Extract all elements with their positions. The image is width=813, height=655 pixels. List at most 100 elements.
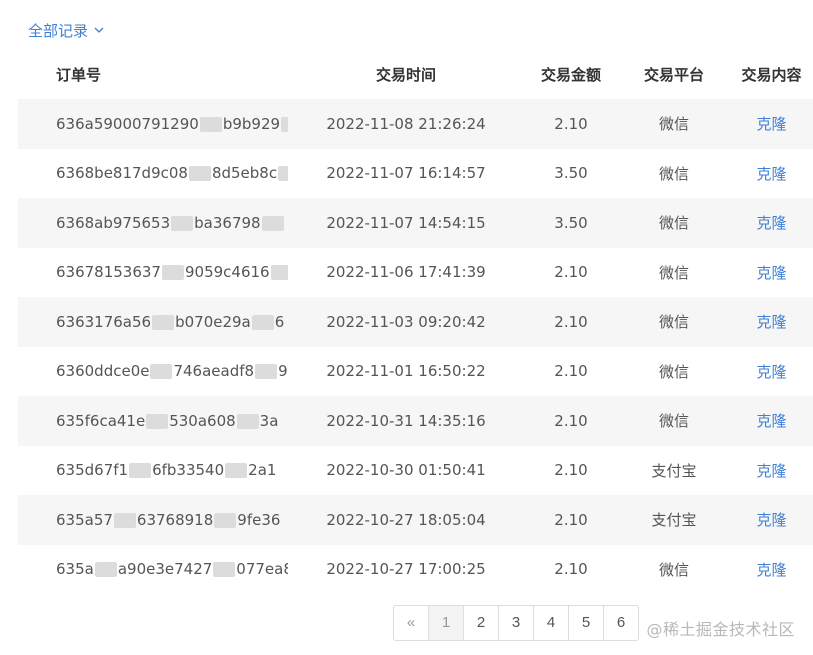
order-id-segment: 63678153637	[56, 263, 161, 282]
table-row: 635a57 63768918 9fe36 2022-10-27 18:05:04 2.…	[18, 495, 813, 545]
order-id-segment: 636a59000791290	[56, 114, 199, 133]
time-cell: 2022-11-06 17:41:39	[326, 263, 486, 282]
table-row: 636a59000791290 b9b929 2022-11-08 21:26:24…	[18, 99, 813, 149]
clone-link[interactable]: 克隆	[756, 214, 786, 232]
order-id-segment: 635d67f1	[56, 461, 129, 480]
time-cell: 2022-10-27 18:05:04	[288, 495, 524, 545]
redaction-blur	[225, 463, 248, 479]
platform-cell: 微信	[618, 99, 730, 149]
redaction-blur	[213, 562, 236, 578]
redaction-blur	[129, 463, 152, 479]
clone-link[interactable]: 克隆	[756, 313, 786, 331]
order-id-segment: 635f6ca41e	[56, 411, 146, 430]
order-id-segment: 530a608	[169, 411, 236, 430]
order-id-segment: ba36798	[194, 213, 261, 232]
amount-cell: 2.10	[554, 461, 588, 480]
page-button-4[interactable]: 4	[534, 606, 569, 640]
redaction-blur	[251, 314, 274, 330]
header-content: 交易内容	[741, 65, 802, 84]
redaction-blur	[146, 413, 169, 429]
clone-link[interactable]: 克隆	[756, 115, 786, 133]
content-cell: 克隆	[730, 248, 813, 298]
content-cell: 克隆	[730, 149, 813, 199]
prev-page-button[interactable]: «	[394, 606, 429, 640]
redaction-blur	[150, 364, 173, 380]
order-id-segment: 6368be817d9c08	[56, 164, 188, 183]
table-row: 635f6ca41e 530a608 3a 2022-10-31 14:35:16 2.…	[18, 396, 813, 446]
order-id-segment: 6363176a56	[56, 312, 152, 331]
order-id-segment: 077ea8	[236, 560, 288, 579]
amount-cell: 3.50	[524, 198, 618, 248]
amount-cell: 2.10	[554, 362, 588, 381]
redaction-blur	[270, 265, 288, 281]
redaction-blur	[161, 265, 184, 281]
table-row: 6360ddce0e 746aeadf8 9 2022-11-01 16:50:22 2…	[18, 347, 813, 397]
redaction-blur	[171, 215, 194, 231]
platform-cell: 微信	[618, 198, 730, 248]
table-row: 635d67f1 6fb33540 2a1 2022-10-30 01:50:41 2.…	[18, 446, 813, 496]
header-amount: 交易金额	[540, 65, 601, 84]
filter-dropdown[interactable]: 全部记录	[28, 20, 104, 41]
time-cell: 2022-10-27 17:00:25	[326, 560, 486, 579]
chevron-down-icon	[94, 27, 104, 34]
content-cell: 克隆	[730, 198, 813, 248]
page-button-1[interactable]: 1	[429, 606, 464, 640]
time-cell: 2022-11-03 09:20:42	[288, 297, 524, 347]
amount-cell: 2.10	[524, 99, 618, 149]
records-table: 订单号 交易时间 交易金额 交易平台 交易内容 636a59000791290 b…	[18, 49, 813, 594]
order-id-segment: 2a1	[248, 461, 277, 480]
order-id-segment: 635a57	[56, 510, 113, 529]
clone-link[interactable]: 克隆	[756, 462, 786, 480]
order-id-segment: 6	[274, 312, 285, 331]
header-order-id: 订单号	[56, 65, 102, 84]
redaction-blur	[199, 116, 222, 132]
time-cell: 2022-10-31 14:35:16	[288, 396, 524, 446]
platform-cell: 支付宝	[651, 461, 697, 480]
platform-cell: 微信	[618, 396, 730, 446]
page-button-6[interactable]: 6	[604, 606, 638, 640]
content-cell: 克隆	[730, 446, 813, 496]
pagination: « 123456	[393, 605, 639, 641]
clone-link[interactable]: 克隆	[756, 511, 786, 529]
amount-cell: 2.10	[524, 495, 618, 545]
platform-cell: 微信	[618, 297, 730, 347]
clone-link[interactable]: 克隆	[756, 412, 786, 430]
time-cell: 2022-11-07 16:14:57	[326, 164, 486, 183]
order-id-segment: 6fb33540	[152, 461, 225, 480]
content-cell: 克隆	[730, 297, 813, 347]
redaction-blur	[278, 166, 288, 182]
clone-link[interactable]: 克隆	[756, 363, 786, 381]
content-cell: 克隆	[730, 99, 813, 149]
amount-cell: 2.10	[524, 396, 618, 446]
page-button-5[interactable]: 5	[569, 606, 604, 640]
time-cell: 2022-11-08 21:26:24	[288, 99, 524, 149]
platform-cell: 微信	[658, 560, 689, 579]
redaction-blur	[281, 116, 288, 132]
platform-cell: 支付宝	[618, 495, 730, 545]
page-button-2[interactable]: 2	[464, 606, 499, 640]
time-cell: 2022-10-30 01:50:41	[326, 461, 486, 480]
amount-cell: 3.50	[554, 164, 588, 183]
platform-cell: 微信	[658, 362, 689, 381]
clone-link[interactable]: 克隆	[756, 165, 786, 183]
content-cell: 克隆	[730, 347, 813, 397]
redaction-blur	[188, 166, 211, 182]
order-id-cell: 636a59000791290 b9b929	[18, 99, 288, 149]
redaction-blur	[214, 512, 237, 528]
order-id-segment: b070e29a	[175, 312, 251, 331]
order-id-cell: 635a a90e3e7427 077ea8	[18, 545, 288, 595]
clone-link[interactable]: 克隆	[756, 264, 786, 282]
clone-link[interactable]: 克隆	[756, 561, 786, 579]
table-row: 6368ab975653 ba36798 2022-11-07 14:54:15 3.…	[18, 198, 813, 248]
page-button-3[interactable]: 3	[499, 606, 534, 640]
content-cell: 克隆	[730, 545, 813, 595]
order-id-segment: 9fe36	[237, 510, 281, 529]
time-cell: 2022-11-07 14:54:15	[288, 198, 524, 248]
table-row: 63678153637 9059c4616 2022-11-06 17:41:39 2…	[18, 248, 813, 298]
order-id-cell: 635f6ca41e 530a608 3a	[18, 396, 288, 446]
order-id-segment: 746aeadf8	[173, 362, 255, 381]
order-id-cell: 6368ab975653 ba36798	[18, 198, 288, 248]
table-row: 6368be817d9c08 8d5eb8c 2022-11-07 16:14:57…	[18, 149, 813, 199]
time-cell: 2022-11-01 16:50:22	[326, 362, 486, 381]
order-id-segment: 63768918	[136, 510, 214, 529]
